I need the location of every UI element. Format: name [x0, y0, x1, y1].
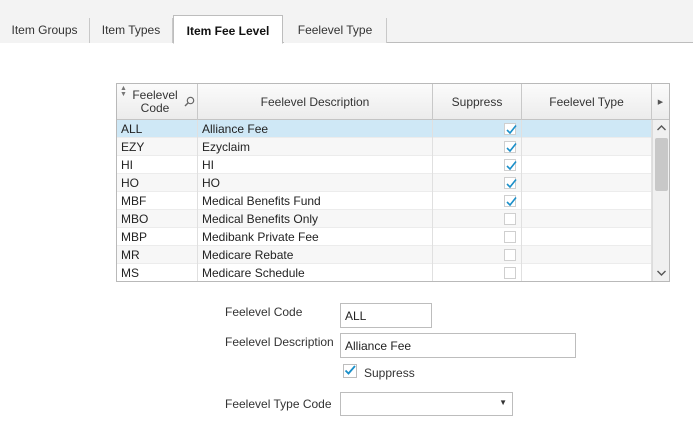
check-icon	[506, 125, 517, 135]
table-row[interactable]: MBO Medical Benefits Only	[117, 210, 652, 228]
search-icon[interactable]	[184, 96, 195, 107]
table-row[interactable]: MS Medicare Schedule	[117, 264, 652, 281]
feelevel-code-input[interactable]	[340, 303, 432, 328]
check-icon	[506, 161, 517, 171]
cell-code: HI	[117, 156, 198, 174]
table-row[interactable]: HI HI	[117, 156, 652, 174]
cell-suppress	[433, 264, 522, 281]
tab-label: Item Types	[101, 23, 161, 37]
table-row[interactable]: ALL Alliance Fee	[117, 120, 652, 138]
cell-code: MBP	[117, 228, 198, 246]
cell-suppress	[433, 210, 522, 228]
chevron-right-icon: ▶	[657, 98, 664, 106]
cell-suppress	[433, 156, 522, 174]
cell-type	[522, 210, 652, 228]
cell-code: MBF	[117, 192, 198, 210]
cell-description: Medicare Schedule	[198, 264, 433, 281]
cell-type	[522, 228, 652, 246]
feelevel-type-code-select[interactable]: ▼	[340, 392, 513, 416]
cell-type	[522, 156, 652, 174]
cell-suppress	[433, 174, 522, 192]
suppress-cell-checkbox[interactable]	[504, 141, 517, 153]
check-icon	[344, 365, 356, 375]
suppress-cell-checkbox[interactable]	[504, 159, 517, 171]
cell-type	[522, 138, 652, 156]
suppress-cell-checkbox[interactable]	[504, 231, 516, 243]
cell-description: Medibank Private Fee	[198, 228, 433, 246]
cell-code: MR	[117, 246, 198, 264]
feelevel-grid: ▲ ▼ Feelevel Code Feelevel Description Su…	[116, 83, 670, 282]
vertical-scrollbar[interactable]	[652, 120, 669, 281]
sort-icon: ▲ ▼	[120, 85, 127, 98]
cell-code: MBO	[117, 210, 198, 228]
cell-suppress	[433, 228, 522, 246]
cell-suppress	[433, 246, 522, 264]
tab-label: Feelevel Type	[297, 23, 373, 37]
cell-description: Medical Benefits Only	[198, 210, 433, 228]
table-row[interactable]: EZY Ezyclaim	[117, 138, 652, 156]
tab-label: Item Groups	[11, 23, 78, 37]
scroll-up-icon[interactable]	[653, 120, 669, 136]
cell-suppress	[433, 192, 522, 210]
cell-description: HO	[198, 174, 433, 192]
suppress-cell-checkbox[interactable]	[504, 267, 516, 279]
suppress-cell-checkbox[interactable]	[504, 213, 516, 225]
tab-bar: Item Groups Item Types Item Fee Level Fe…	[0, 0, 693, 44]
table-row[interactable]: MBF Medical Benefits Fund	[117, 192, 652, 210]
feelevel-description-label: Feelevel Description	[225, 335, 334, 349]
cell-type	[522, 264, 652, 281]
column-header-type[interactable]: Feelevel Type	[522, 84, 652, 120]
cell-description: Medical Benefits Fund	[198, 192, 433, 210]
tab-item-fee-level[interactable]: Item Fee Level	[173, 15, 283, 44]
check-icon	[506, 197, 517, 207]
chevron-down-icon: ▼	[499, 398, 507, 407]
cell-description: Ezyclaim	[198, 138, 433, 156]
cell-description: HI	[198, 156, 433, 174]
table-row[interactable]: HO HO	[117, 174, 652, 192]
grid-header: ▲ ▼ Feelevel Code Feelevel Description Su…	[117, 84, 669, 120]
cell-type	[522, 174, 652, 192]
tab-feelevel-type[interactable]: Feelevel Type	[284, 18, 387, 43]
table-row[interactable]: MBP Medibank Private Fee	[117, 228, 652, 246]
feelevel-code-label: Feelevel Code	[225, 305, 303, 319]
check-icon	[506, 179, 517, 189]
column-header-description[interactable]: Feelevel Description	[198, 84, 433, 120]
cell-type	[522, 120, 652, 138]
cell-description: Alliance Fee	[198, 120, 433, 138]
feelevel-type-code-label: Feelevel Type Code	[225, 397, 332, 411]
column-header-suppress[interactable]: Suppress	[433, 84, 522, 120]
cell-code: EZY	[117, 138, 198, 156]
tab-label: Item Fee Level	[186, 24, 270, 38]
scroll-thumb[interactable]	[655, 138, 668, 191]
suppress-cell-checkbox[interactable]	[504, 177, 517, 189]
column-header-code[interactable]: ▲ ▼ Feelevel Code	[117, 84, 198, 120]
suppress-cell-checkbox[interactable]	[504, 195, 517, 207]
cell-type	[522, 246, 652, 264]
tab-item-types[interactable]: Item Types	[90, 18, 173, 43]
cell-code: MS	[117, 264, 198, 281]
suppress-cell-checkbox[interactable]	[504, 123, 517, 135]
feelevel-description-input[interactable]	[340, 333, 576, 358]
cell-type	[522, 192, 652, 210]
suppress-cell-checkbox[interactable]	[504, 249, 516, 261]
scroll-right-button[interactable]: ▶	[652, 84, 669, 120]
tab-item-groups[interactable]: Item Groups	[0, 18, 90, 43]
cell-description: Medicare Rebate	[198, 246, 433, 264]
table-row[interactable]: MR Medicare Rebate	[117, 246, 652, 264]
cell-suppress	[433, 120, 522, 138]
suppress-checkbox[interactable]	[343, 364, 357, 378]
cell-code: ALL	[117, 120, 198, 138]
suppress-label: Suppress	[364, 366, 415, 380]
cell-suppress	[433, 138, 522, 156]
scroll-down-icon[interactable]	[653, 265, 669, 281]
cell-code: HO	[117, 174, 198, 192]
check-icon	[506, 143, 517, 153]
